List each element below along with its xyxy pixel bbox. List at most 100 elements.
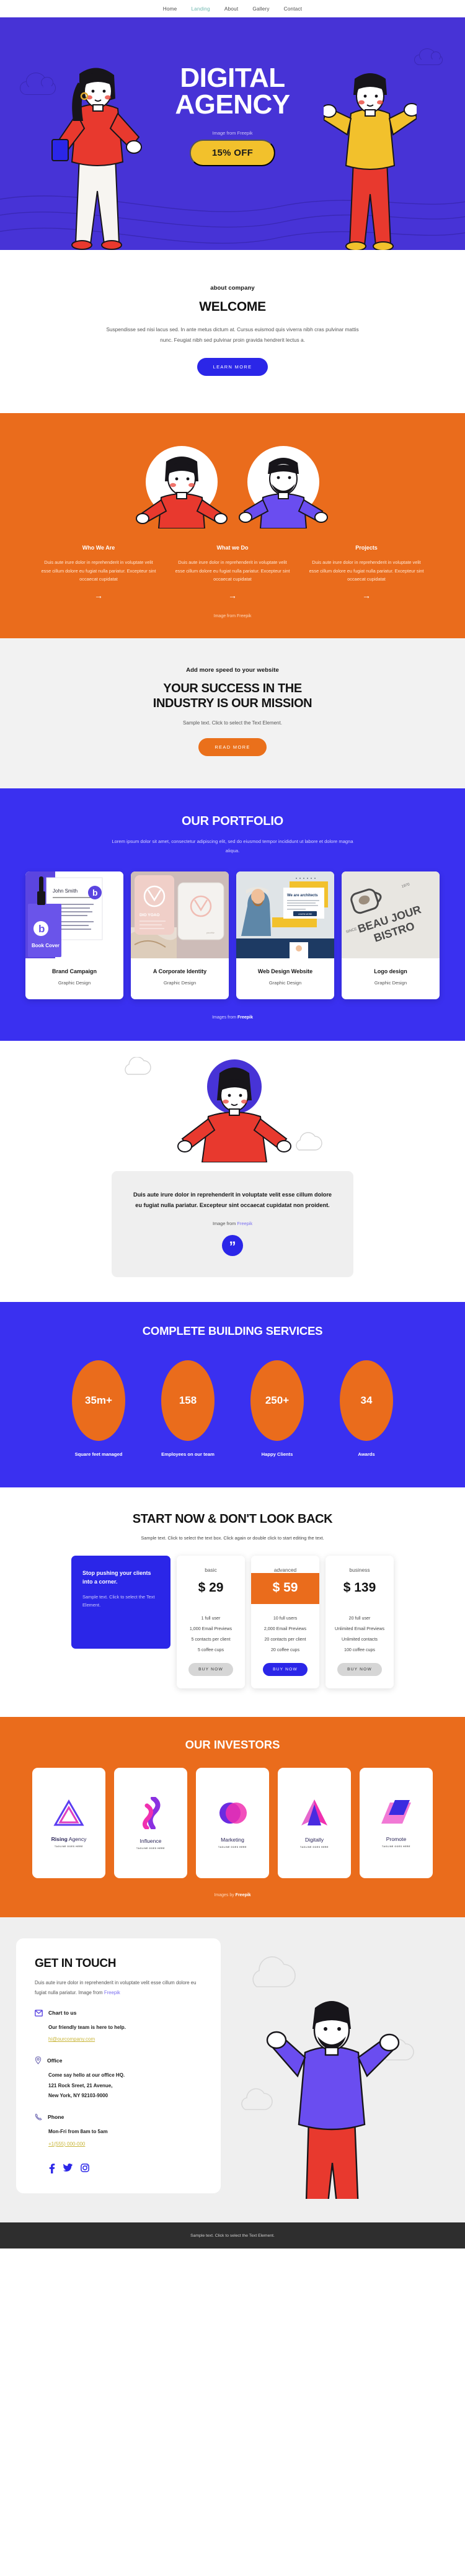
portfolio-card[interactable]: We are architects LEARN MORE Web Design …: [236, 871, 334, 1000]
contact-heading: GET IN TOUCH: [35, 1957, 117, 1971]
thumb-cta: LEARN MORE: [298, 913, 312, 916]
portfolio-heading: OUR PORTFOLIO: [181, 814, 284, 828]
twitter-icon[interactable]: [63, 2163, 73, 2172]
stat-value: 35m+: [72, 1360, 125, 1442]
pricing-heading: START NOW & DON'T LOOK BACK: [132, 1512, 333, 1526]
tier-name: business: [349, 1567, 370, 1574]
quote-mark-icon: ”: [222, 1235, 243, 1257]
investors-credit-brand[interactable]: Freepik: [236, 1893, 251, 1897]
arrow-right-icon[interactable]: →: [308, 591, 425, 600]
investor-card[interactable]: Influence TAGLINE GOES HERE: [114, 1768, 187, 1879]
contact-inner: GET IN TOUCH Duis aute irure dolor in re…: [0, 1938, 465, 2199]
instagram-icon[interactable]: [81, 2163, 89, 2172]
contact-block-header: Phone: [35, 2113, 202, 2121]
promote-logo-icon: [381, 1799, 411, 1824]
portfolio-credit: Images from Freepik: [0, 1015, 465, 1020]
tier-feature: 2,000 Email Previews: [264, 1626, 307, 1631]
investor-card[interactable]: Marketing TAGLINE GOES HERE: [196, 1768, 269, 1879]
nav-item-about[interactable]: About: [224, 6, 238, 12]
portfolio-card-title: A Corporate Identity: [153, 968, 207, 975]
discount-badge-button[interactable]: 15% OFF: [189, 140, 276, 166]
nav-item-gallery[interactable]: Gallery: [252, 6, 269, 12]
investor-name-rest: Promote: [386, 1835, 407, 1842]
investor-name: Marketing: [221, 1837, 244, 1843]
pricing-tier-business[interactable]: business $ 139 20 full user Unlimited Em…: [326, 1556, 394, 1689]
location-pin-icon: [35, 2056, 42, 2065]
nav-item-contact[interactable]: Contact: [284, 6, 303, 12]
thumb-name: John Smith: [53, 888, 78, 894]
mission-sub: Sample text. Click to select the Text El…: [183, 720, 282, 726]
testimonial-quote-box: Duis aute irure dolor in reprehenderit i…: [112, 1171, 353, 1278]
investor-tagline: TAGLINE GOES HERE: [55, 1845, 83, 1848]
portfolio-grid: John Smith b b Book Cover Brand Campaign…: [0, 871, 465, 1000]
mail-icon: [35, 2009, 43, 2017]
tier-feature: 100 coffee cups: [344, 1647, 375, 1652]
mission-heading-line-1: YOUR SUCCESS IN THE: [163, 682, 302, 696]
phone-icon: [35, 2113, 42, 2121]
mission-heading-line-2: INDUSTRY IS OUR MISSION: [153, 697, 312, 711]
pricing-tier-basic[interactable]: basic $ 29 1 full user 1,000 Email Previ…: [177, 1556, 245, 1689]
portfolio-card-meta: Graphic Design: [268, 980, 302, 986]
web-design-artwork: We are architects LEARN MORE: [236, 871, 334, 959]
buy-now-button[interactable]: BUY NOW: [188, 1663, 233, 1677]
hero-title-line-2: AGENCY: [175, 89, 290, 120]
learn-more-button[interactable]: LEARN MORE: [197, 358, 268, 376]
portfolio-card-title: Logo design: [374, 968, 407, 975]
arrow-right-icon[interactable]: →: [174, 591, 291, 600]
portfolio-thumbnail: John Smith b b Book Cover: [25, 871, 123, 959]
promo-title: Stop pushing your clients into a corner.: [82, 1570, 151, 1585]
portfolio-credit-brand[interactable]: Freepik: [237, 1015, 253, 1020]
portfolio-thumbnail: BEAU JOUR BISTRO SINCE 1970: [342, 871, 440, 959]
stat-label: Square feet managed: [74, 1451, 123, 1458]
feature-body: Duis aute irure dolor in reprehenderit i…: [175, 559, 290, 582]
stat-label: Awards: [358, 1451, 375, 1458]
stat-value: 250+: [250, 1360, 304, 1442]
buy-now-button[interactable]: BUY NOW: [337, 1663, 382, 1677]
read-more-button[interactable]: READ MORE: [198, 738, 267, 756]
testimonial-credit-brand[interactable]: Freepik: [237, 1221, 252, 1226]
arrow-right-icon[interactable]: →: [40, 591, 157, 600]
portfolio-card[interactable]: John Smith b b Book Cover Brand Campaign…: [25, 871, 123, 1000]
tier-feature: 5 coffee cups: [197, 1647, 224, 1652]
feature-column-what-we-do: What we Do Duis aute irure dolor in repr…: [174, 545, 291, 600]
cloud-decoration-right: [414, 48, 443, 65]
investor-name: Influence: [140, 1838, 162, 1844]
investor-card[interactable]: Promote TAGLINE GOES HERE: [360, 1768, 433, 1879]
nav-item-landing[interactable]: Landing: [191, 6, 210, 12]
facebook-icon[interactable]: [48, 2164, 55, 2173]
portfolio-credit-prefix: Images from: [212, 1015, 237, 1020]
contact-block-title: Phone: [48, 2114, 64, 2121]
stat-item: 35m+ Square feet managed: [70, 1360, 127, 1459]
svg-text:yourbiz: yourbiz: [206, 931, 215, 934]
investor-card[interactable]: Digitally TAGLINE GOES HERE: [278, 1768, 351, 1879]
portfolio-card[interactable]: DIO YOAO yourbiz A Corporate Identity Gr…: [131, 871, 229, 1000]
tier-feature: 10 full users: [273, 1615, 298, 1621]
pricing-sub: Sample text. Click to select the text bo…: [141, 1535, 324, 1541]
welcome-eyebrow: about company: [210, 285, 255, 292]
investors-row: Rising Agency TAGLINE GOES HERE Influenc…: [0, 1768, 465, 1879]
hero-title: DIGITAL AGENCY: [0, 65, 465, 118]
portfolio-sub: Lorem ipsum dolor sit amet, consectetur …: [112, 838, 353, 853]
tier-feature: 20 full user: [348, 1615, 371, 1621]
nav-item-home[interactable]: Home: [163, 6, 177, 12]
investor-card[interactable]: Rising Agency TAGLINE GOES HERE: [32, 1768, 105, 1879]
contact-email-link[interactable]: hi@ourcompany.com: [48, 2036, 95, 2042]
page-footer: Sample text. Click to select the Text El…: [0, 2222, 465, 2249]
promo-body: Sample text. Click to select the Text El…: [82, 1594, 155, 1608]
portfolio-card[interactable]: BEAU JOUR BISTRO SINCE 1970 Logo design …: [342, 871, 440, 1000]
testimonial-credit-prefix: Image from: [212, 1221, 237, 1227]
pricing-tier-advanced[interactable]: advanced $ 59 10 full users 2,000 Email …: [251, 1556, 319, 1689]
portfolio-thumbnail: DIO YOAO yourbiz: [131, 871, 229, 959]
tier-feature: 20 coffee cups: [270, 1647, 299, 1652]
contact-description-brand[interactable]: Freepik: [104, 1990, 120, 1995]
tier-name: advanced: [273, 1567, 297, 1574]
contact-block-body: Mon-Fri from 8am to 5am +1(555) 000-000: [35, 2127, 202, 2148]
contact-phone-link[interactable]: +1(555) 000-000: [48, 2141, 85, 2147]
buy-now-button[interactable]: BUY NOW: [263, 1663, 308, 1677]
tier-feature: 1 full user: [201, 1615, 221, 1621]
investor-tagline: TAGLINE GOES HERE: [136, 1847, 165, 1850]
corporate-identity-artwork: DIO YOAO yourbiz: [131, 871, 229, 959]
stat-item: 158 Employees on our team: [159, 1360, 216, 1459]
contact-line: Come say hello at our office HQ.: [48, 2072, 125, 2079]
contact-line: 121 Rock Sreet, 21 Avenue,: [48, 2082, 113, 2088]
